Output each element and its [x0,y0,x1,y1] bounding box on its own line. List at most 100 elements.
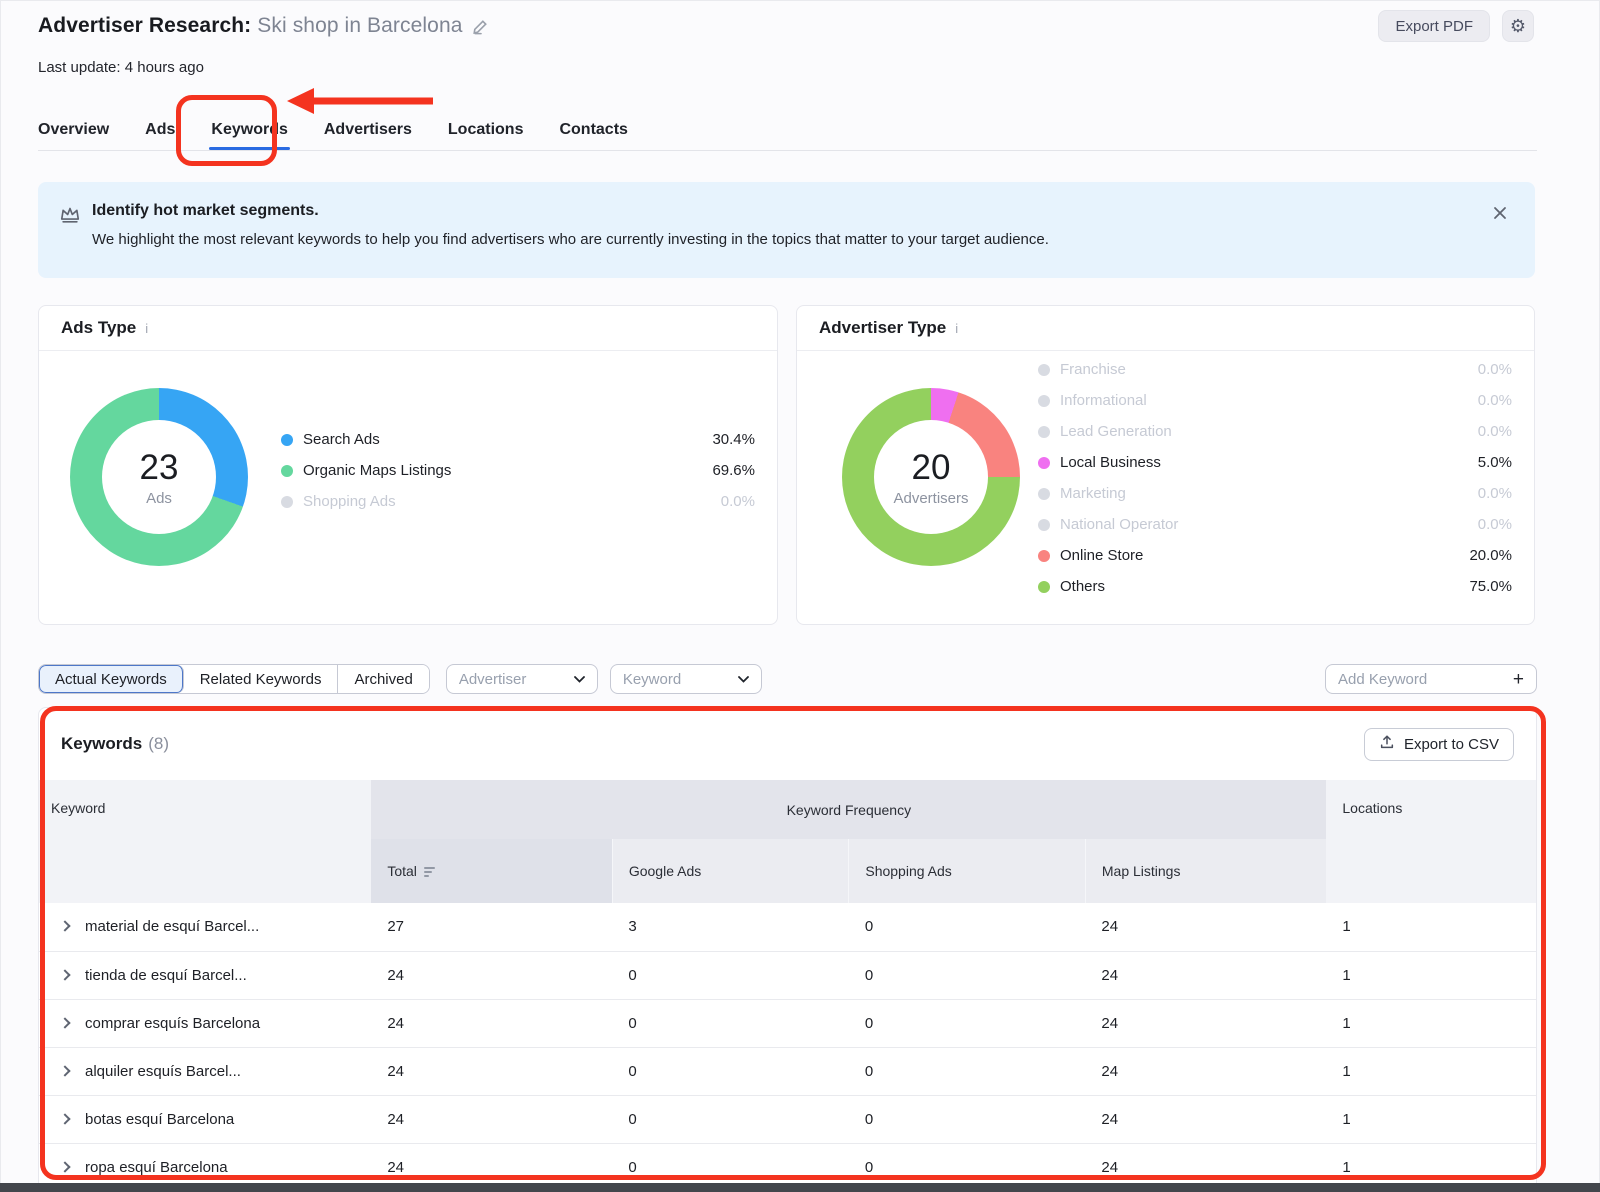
add-keyword-input[interactable] [1338,671,1507,688]
legend-label: National Operator [1060,516,1178,533]
legend-value: 0.0% [1478,485,1512,502]
total-cell: 24 [371,1047,612,1095]
banner-close-button[interactable] [1493,206,1507,223]
tab-ads[interactable]: Ads [145,110,175,150]
shopping-ads-cell: 0 [849,903,1086,951]
table-row: material de esquí Barcel...2730241 [39,903,1536,951]
tab-overview[interactable]: Overview [38,110,109,150]
legend-label: Others [1060,578,1105,595]
legend-item-local-business: Local Business5.0% [1038,447,1512,478]
donut-center: 23 Ads [102,420,216,534]
column-header-total[interactable]: Total [371,839,612,903]
legend-dot [281,465,293,477]
export-pdf-button[interactable]: Export PDF [1378,10,1490,42]
column-header-keyword: Keyword [39,780,371,903]
legend-value: 30.4% [712,431,755,448]
edit-query-icon[interactable] [471,17,490,36]
legend-dot [1038,488,1050,500]
sort-descending-icon[interactable] [424,864,437,880]
legend-label: Informational [1060,392,1147,409]
map-listings-cell: 24 [1085,951,1326,999]
google-ads-cell: 0 [612,1047,849,1095]
settings-button[interactable]: ⚙ [1502,10,1534,42]
ads-type-card: Ads Type i 23 Ads Search Ads 30.4% Organic… [38,305,778,625]
column-header-google-ads: Google Ads [612,839,849,903]
segment-archived[interactable]: Archived [338,665,428,693]
page-title: Advertiser Research: Ski shop in Barcelon… [38,14,463,38]
donut-center-label: Advertisers [893,490,968,507]
table-row: tienda de esquí Barcel...2400241 [39,951,1536,999]
keyword-cell-text: material de esquí Barcel... [85,918,259,935]
map-listings-cell: 24 [1085,999,1326,1047]
column-group-keyword-frequency: Keyword Frequency [371,780,1326,839]
column-header-shopping-ads: Shopping Ads [849,839,1086,903]
column-header-map-listings: Map Listings [1085,839,1326,903]
keywords-table: Keyword Keyword Frequency Locations Tota… [39,780,1536,1191]
advertiser-type-title: Advertiser Type [819,318,946,338]
table-row: alquiler esquís Barcel...2400241 [39,1047,1536,1095]
expand-row-icon[interactable] [59,1161,70,1172]
legend-value: 5.0% [1478,454,1512,471]
last-update-text: Last update: 4 hours ago [38,59,204,76]
legend-item-search-ads: Search Ads 30.4% [281,424,755,455]
legend-item-organic-maps-listings: Organic Maps Listings69.6% [281,455,755,486]
add-keyword-plus-icon[interactable]: + [1513,670,1524,689]
expand-row-icon[interactable] [59,1113,70,1124]
advertiser-type-card-header: Advertiser Type i [797,306,1534,351]
expand-row-icon[interactable] [59,969,70,980]
expand-row-icon[interactable] [59,1065,70,1076]
ads-type-donut-chart: 23 Ads [70,388,248,566]
keywords-table-card: Keywords(8) Export to CSV Keyword Keywor… [38,707,1537,1192]
expand-row-icon[interactable] [59,921,70,932]
keywords-table-header: Keywords(8) Export to CSV [39,708,1536,780]
page-title-prefix: Advertiser Research: [38,14,251,37]
expand-row-icon[interactable] [59,1017,70,1028]
map-listings-cell: 24 [1085,903,1326,951]
ads-type-title: Ads Type [61,318,136,338]
header-actions: Export PDF ⚙ [1378,10,1534,42]
legend-label: Search Ads [303,431,380,448]
legend-value: 20.0% [1469,547,1512,564]
search-query-text: Ski shop in Barcelona [257,14,462,37]
charts-section: Ads Type i 23 Ads Search Ads 30.4% Organic… [38,305,1535,625]
legend-item-online-store: Online Store 20.0% [1038,540,1512,571]
legend-dot [1038,581,1050,593]
segment-actual-keywords[interactable]: Actual Keywords [39,665,184,693]
advertiser-research-page: Advertiser Research: Ski shop in Barcelon… [0,0,1600,1192]
export-csv-label: Export to CSV [1404,736,1499,753]
shopping-ads-cell: 0 [849,951,1086,999]
legend-value: 0.0% [1478,361,1512,378]
export-icon [1379,734,1395,754]
legend-item-lead-generation: Lead Generation0.0% [1038,416,1512,447]
legend-label: Lead Generation [1060,423,1172,440]
advertiser-filter-select[interactable]: Advertiser [446,664,598,694]
info-icon[interactable]: i [955,321,958,336]
legend-value: 0.0% [1478,516,1512,533]
table-row: botas esquí Barcelona2400241 [39,1095,1536,1143]
info-icon[interactable]: i [145,321,148,336]
advertiser-filter-placeholder: Advertiser [459,671,527,688]
donut-center: 20 Advertisers [874,420,988,534]
tab-contacts[interactable]: Contacts [559,110,627,150]
google-ads-cell: 0 [612,951,849,999]
legend-dot [1038,457,1050,469]
banner-title: Identify hot market segments. [92,202,1049,220]
export-csv-button[interactable]: Export to CSV [1364,728,1514,761]
tab-locations[interactable]: Locations [448,110,524,150]
keywords-view-switcher: Actual KeywordsRelated KeywordsArchived [38,664,430,694]
legend-value: 0.0% [721,493,755,510]
locations-cell: 1 [1326,1095,1536,1143]
tab-keywords[interactable]: Keywords [211,110,287,150]
keyword-filter-placeholder: Keyword [623,671,681,688]
legend-item-franchise: Franchise0.0% [1038,354,1512,385]
legend-value: 0.0% [1478,392,1512,409]
tab-advertisers[interactable]: Advertisers [324,110,412,150]
keyword-filter-select[interactable]: Keyword [610,664,762,694]
legend-label: Online Store [1060,547,1143,564]
legend-dot [1038,426,1050,438]
segment-related-keywords[interactable]: Related Keywords [184,665,339,693]
keywords-filter-bar: Actual KeywordsRelated KeywordsArchived … [38,664,1537,694]
locations-cell: 1 [1326,951,1536,999]
legend-item-national-operator: National Operator 0.0% [1038,509,1512,540]
gear-icon: ⚙ [1510,16,1526,37]
